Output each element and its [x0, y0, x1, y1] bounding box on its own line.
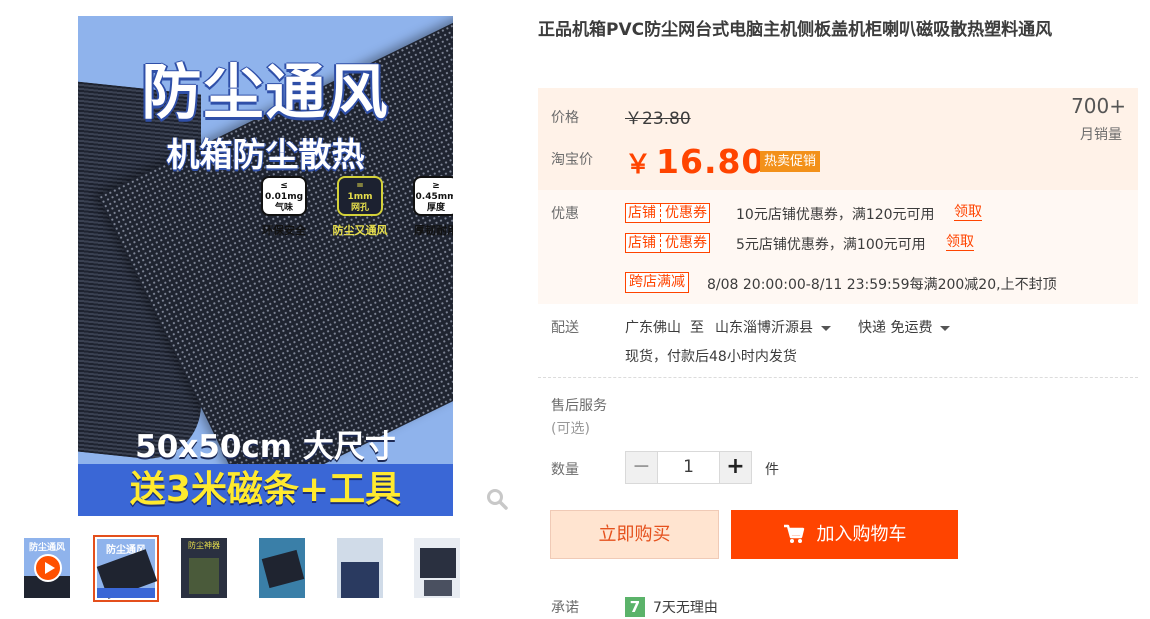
thumbnail-video[interactable]: 防尘通风: [22, 536, 72, 600]
chevron-down-icon: [821, 325, 831, 331]
thumbnail-main[interactable]: 防尘通风: [93, 535, 159, 602]
quantity-label: 数量: [551, 462, 579, 478]
delivery-to-word: 至: [690, 320, 704, 336]
quantity-unit: 件: [765, 462, 779, 478]
cart-icon: [783, 524, 804, 543]
add-to-cart-button[interactable]: 加入购物车: [731, 510, 958, 559]
monthly-sales-count: 700+: [1071, 94, 1126, 118]
price-box: 价格 ￥23.80 淘宝价 ￥ 16.80 热卖促销 700+ 月销量: [538, 88, 1138, 190]
quantity-increase-button[interactable]: +: [719, 451, 752, 484]
current-price: ￥ 16.80: [625, 142, 766, 181]
thumbnail-4[interactable]: [257, 536, 307, 600]
image-subheadline: 机箱防尘散热: [166, 135, 365, 174]
buy-now-button[interactable]: 立即购买: [550, 510, 719, 559]
chevron-down-icon: [940, 325, 951, 331]
promotions-box: 优惠 店铺 优惠券 10元店铺优惠券，满120元可用 领取 店铺 优惠券 5元店铺优…: [538, 190, 1138, 304]
delivery-destination-select[interactable]: 山东淄博沂源县: [715, 317, 831, 337]
promise-label: 承诺: [551, 600, 579, 616]
delivery-note: 现货，付款后48小时内发货: [625, 349, 797, 365]
after-sales-optional: (可选): [551, 421, 590, 437]
hot-sale-badge: 热卖促销: [760, 151, 821, 172]
promotions-label: 优惠: [551, 206, 579, 222]
monthly-sales-label: 月销量: [1080, 127, 1122, 143]
seven-day-return-icon: 7: [625, 597, 645, 617]
quantity-decrease-button[interactable]: −: [625, 451, 658, 484]
promise-text[interactable]: 7天无理由: [653, 597, 718, 617]
spec-badge: ≥0.45mm 厚度 厚韧耐用: [405, 176, 453, 238]
delivery-label: 配送: [551, 320, 579, 336]
cross-store-tag: 跨店满减: [625, 272, 689, 293]
thumbnail-6[interactable]: [412, 536, 462, 600]
coupon-text: 5元店铺优惠券，满100元可用: [736, 237, 926, 253]
spec-badges: ≤0.01mg 气味 环保安全 = 1mm 网孔 防尘又通风 ≥0.45mm 厚度 厚韧…: [253, 176, 453, 238]
original-price-label: 价格: [551, 110, 579, 126]
image-headline: 防尘通风: [141, 58, 390, 128]
coupon-text: 10元店铺优惠券，满120元可用: [736, 207, 935, 223]
coupon-tag: 店铺 优惠券: [625, 203, 710, 223]
claim-coupon-link[interactable]: 领取: [954, 204, 982, 221]
taobao-price-label: 淘宝价: [551, 152, 593, 168]
main-product-image[interactable]: 防尘通风 机箱防尘散热 ≤0.01mg 气味 环保安全 = 1mm 网孔 防尘又通风 …: [78, 16, 453, 516]
spec-badge: = 1mm 网孔 防尘又通风: [329, 176, 391, 238]
thumbnail-3[interactable]: 防尘神器: [179, 536, 229, 600]
original-price: ￥23.80: [625, 109, 691, 129]
spec-badge: ≤0.01mg 气味 环保安全: [253, 176, 315, 238]
product-title: 正品机箱PVC防尘网台式电脑主机侧板盖机柜喇叭磁吸散热塑料通风: [538, 20, 1053, 40]
after-sales-label: 售后服务: [551, 398, 607, 414]
image-gift-banner: 送3米磁条+工具: [78, 464, 453, 516]
zoom-icon[interactable]: [486, 488, 508, 510]
play-video-icon[interactable]: [34, 554, 62, 582]
shipping-method-select[interactable]: 快递 免运费: [858, 317, 951, 337]
coupon-tag: 店铺 优惠券: [625, 233, 710, 253]
thumbnail-5[interactable]: [335, 536, 385, 600]
claim-coupon-link[interactable]: 领取: [946, 234, 974, 251]
delivery-from: 广东佛山: [625, 320, 681, 336]
quantity-input[interactable]: 1: [658, 451, 719, 484]
image-size-text: 50x50cm 大尺寸: [135, 429, 396, 465]
cross-store-text: 8/08 20:00:00-8/11 23:59:59每满200减20,上不封顶: [707, 277, 1057, 293]
divider: [538, 377, 1138, 378]
